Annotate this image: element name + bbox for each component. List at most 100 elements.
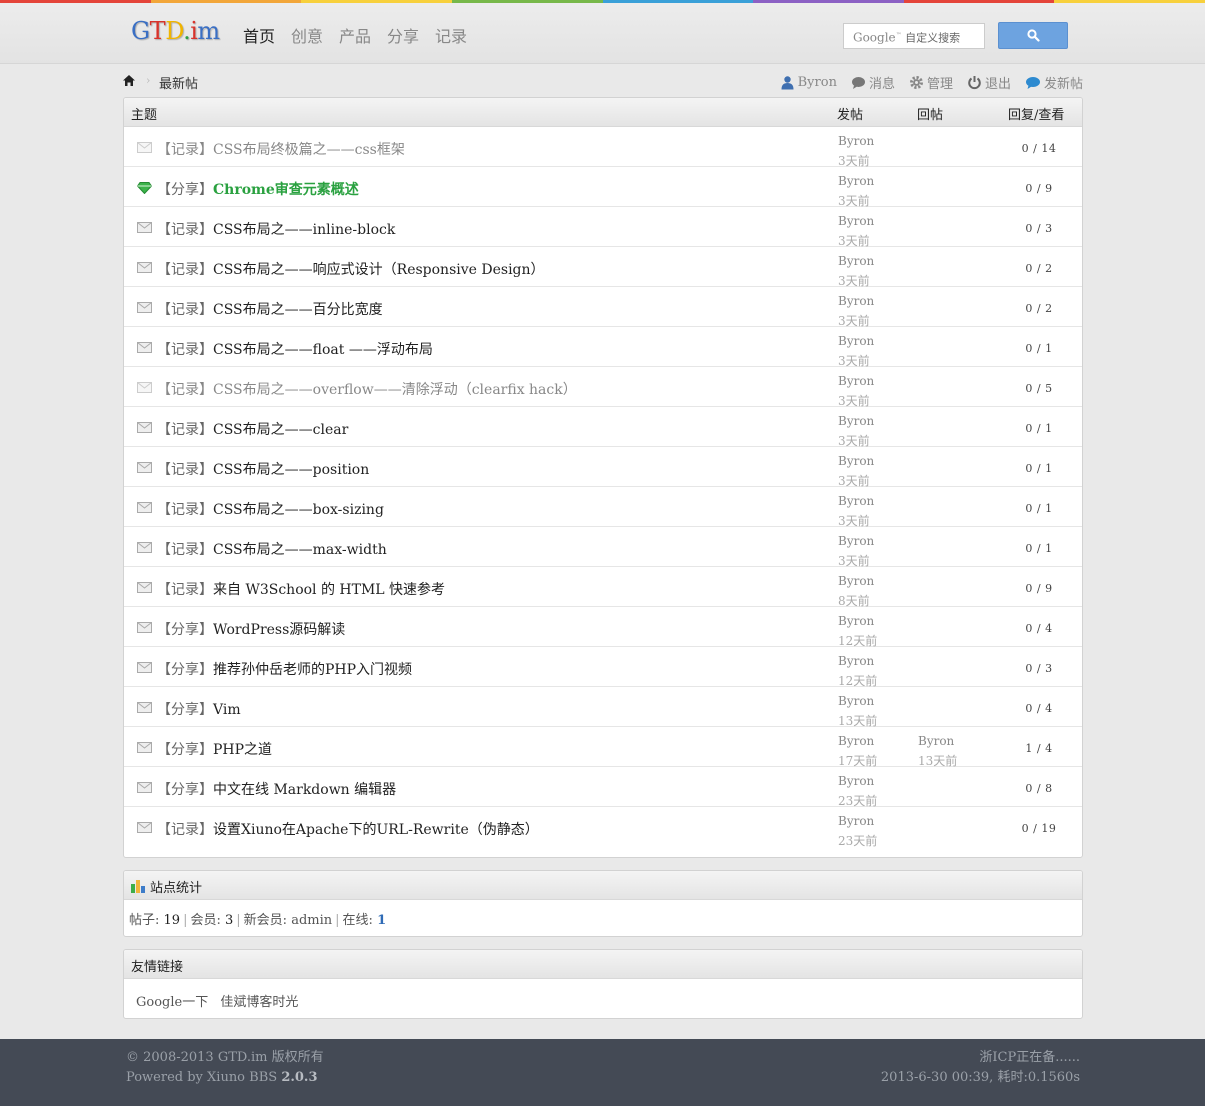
author-link[interactable]: Byron [838,251,874,271]
thread-subject[interactable]: PHP之道 [213,742,272,758]
newest-member-link[interactable]: admin [291,913,332,928]
thread-category[interactable]: 【分享】 [157,782,213,798]
thread-subject[interactable]: 来自 W3School 的 HTML 快速参考 [213,582,445,598]
author-link[interactable]: Byron [838,531,874,551]
search-input[interactable]: Google™ 自定义搜索 [843,23,985,49]
thread-title[interactable]: 【分享】推荐孙仲岳老师的PHP入门视频 [157,659,412,679]
author-link[interactable]: Byron [838,171,874,191]
thread-title[interactable]: 【分享】中文在线 Markdown 编辑器 [157,779,396,799]
thread-category[interactable]: 【分享】 [157,662,213,678]
thread-category[interactable]: 【分享】 [157,742,213,758]
thread-title[interactable]: 【记录】CSS布局之——position [157,459,369,479]
thread-title[interactable]: 【记录】CSS布局之——float ——浮动布局 [157,339,433,359]
thread-subject[interactable]: CSS布局之——overflow——清除浮动（clearfix hack） [213,382,577,398]
thread-category[interactable]: 【记录】 [157,302,213,318]
nav-item-ideas[interactable]: 创意 [291,23,339,47]
thread-title[interactable]: 【记录】CSS布局之——inline-block [157,219,395,239]
thread-title[interactable]: 【分享】WordPress源码解读 [157,619,345,639]
thread-title[interactable]: 【分享】Chrome审查元素概述 [157,179,359,199]
home-icon[interactable] [122,74,136,87]
thread-title[interactable]: 【分享】PHP之道 [157,739,272,759]
thread-subject[interactable]: CSS布局之——clear [213,422,348,438]
thread-title[interactable]: 【记录】CSS布局之——clear [157,419,348,439]
thread-category[interactable]: 【记录】 [157,542,213,558]
thread-title[interactable]: 【记录】CSS布局终极篇之——css框架 [157,139,405,159]
author-link[interactable]: Byron [838,571,874,591]
friend-links-title: 友情链接 [131,960,184,975]
thread-category[interactable]: 【记录】 [157,462,213,478]
thread-category[interactable]: 【分享】 [157,622,213,638]
column-subject: 主题 [131,108,158,123]
logout-link[interactable]: 退出 [967,73,1011,92]
author-link[interactable]: Byron [838,491,874,511]
author-link[interactable]: Byron [838,691,877,711]
thread-title[interactable]: 【记录】来自 W3School 的 HTML 快速参考 [157,579,445,599]
thread-category[interactable]: 【记录】 [157,502,213,518]
thread-subject[interactable]: CSS布局之——box-sizing [213,502,384,518]
thread-category[interactable]: 【分享】 [157,702,213,718]
author-link[interactable]: Byron [838,331,874,351]
thread-title[interactable]: 【记录】CSS布局之——响应式设计（Responsive Design） [157,259,545,279]
author-link[interactable]: Byron [838,371,874,391]
nav-item-share[interactable]: 分享 [387,23,435,47]
thread-title[interactable]: 【记录】CSS布局之——overflow——清除浮动（clearfix hack… [157,379,577,399]
thread-category[interactable]: 【记录】 [157,262,213,278]
table-row: 【分享】Vim Byron 13天前 0 / 4 [124,687,1082,728]
thread-subject[interactable]: 中文在线 Markdown 编辑器 [213,782,396,798]
thread-title[interactable]: 【记录】设置Xiuno在Apache下的URL-Rewrite（伪静态） [157,819,539,839]
nav-item-products[interactable]: 产品 [339,23,387,47]
nav-item-notes[interactable]: 记录 [435,23,483,47]
admin-link[interactable]: 管理 [909,73,953,92]
thread-subject[interactable]: WordPress源码解读 [213,622,345,638]
thread-category[interactable]: 【分享】 [157,182,213,198]
site-logo[interactable]: GTD.im [131,17,220,45]
author-link[interactable]: Byron [838,651,877,671]
thread-category[interactable]: 【记录】 [157,342,213,358]
table-row: 【记录】CSS布局之——响应式设计（Responsive Design） Byro… [124,247,1082,288]
online-count[interactable]: 1 [377,913,386,928]
thread-subject[interactable]: CSS布局之——百分比宽度 [213,302,383,318]
thread-title[interactable]: 【记录】CSS布局之——box-sizing [157,499,384,519]
thread-category[interactable]: 【记录】 [157,142,213,158]
site-footer: © 2008-2013 GTD.im 版权所有 Powered by Xiuno… [0,1039,1205,1106]
author-link[interactable]: Byron [838,771,877,791]
thread-subject[interactable]: CSS布局之——position [213,462,369,478]
reply-view-count: 0 / 9 [1025,182,1053,195]
thread-subject[interactable]: 设置Xiuno在Apache下的URL-Rewrite（伪静态） [213,822,539,838]
author-link[interactable]: Byron [838,451,874,471]
replier-link[interactable]: Byron [918,731,957,751]
author-link[interactable]: Byron [838,291,874,311]
thread-category[interactable]: 【记录】 [157,582,213,598]
thread-subject[interactable]: CSS布局之——max-width [213,542,387,558]
thread-title[interactable]: 【记录】CSS布局之——max-width [157,539,387,559]
thread-title[interactable]: 【分享】Vim [157,699,241,719]
thread-subject[interactable]: 推荐孙仲岳老师的PHP入门视频 [213,662,412,678]
thread-subject[interactable]: CSS布局之——inline-block [213,222,395,238]
thread-category[interactable]: 【记录】 [157,382,213,398]
thread-category[interactable]: 【记录】 [157,222,213,238]
author-link[interactable]: Byron [838,411,874,431]
thread-category[interactable]: 【记录】 [157,822,213,838]
thread-subject[interactable]: CSS布局之——响应式设计（Responsive Design） [213,262,545,278]
author-link[interactable]: Byron [838,811,877,831]
friend-link-google[interactable]: Google一下 [136,995,208,1010]
nav-item-home[interactable]: 首页 [243,23,291,47]
author-link[interactable]: Byron [838,611,877,631]
thread-subject[interactable]: CSS布局之——float ——浮动布局 [213,342,433,358]
friend-link-blog[interactable]: 佳斌博客时光 [220,995,298,1010]
icp-notice[interactable]: 浙ICP正在备...... [881,1048,1080,1068]
author-link[interactable]: Byron [838,211,874,231]
reply-view-count: 0 / 14 [1021,142,1057,155]
thread-category[interactable]: 【记录】 [157,422,213,438]
thread-subject[interactable]: CSS布局终极篇之——css框架 [213,142,405,158]
author-link[interactable]: Byron [838,131,874,151]
thread-subject[interactable]: Vim [213,702,241,718]
messages-link[interactable]: 消息 [851,73,895,92]
user-link[interactable]: Byron [780,73,837,92]
author-link[interactable]: Byron [838,731,877,751]
thread-title[interactable]: 【记录】CSS布局之——百分比宽度 [157,299,383,319]
new-post-link[interactable]: 发新帖 [1025,73,1083,92]
google-logo: Google [853,30,896,45]
thread-subject[interactable]: Chrome审查元素概述 [213,182,359,198]
search-button[interactable] [998,22,1068,49]
